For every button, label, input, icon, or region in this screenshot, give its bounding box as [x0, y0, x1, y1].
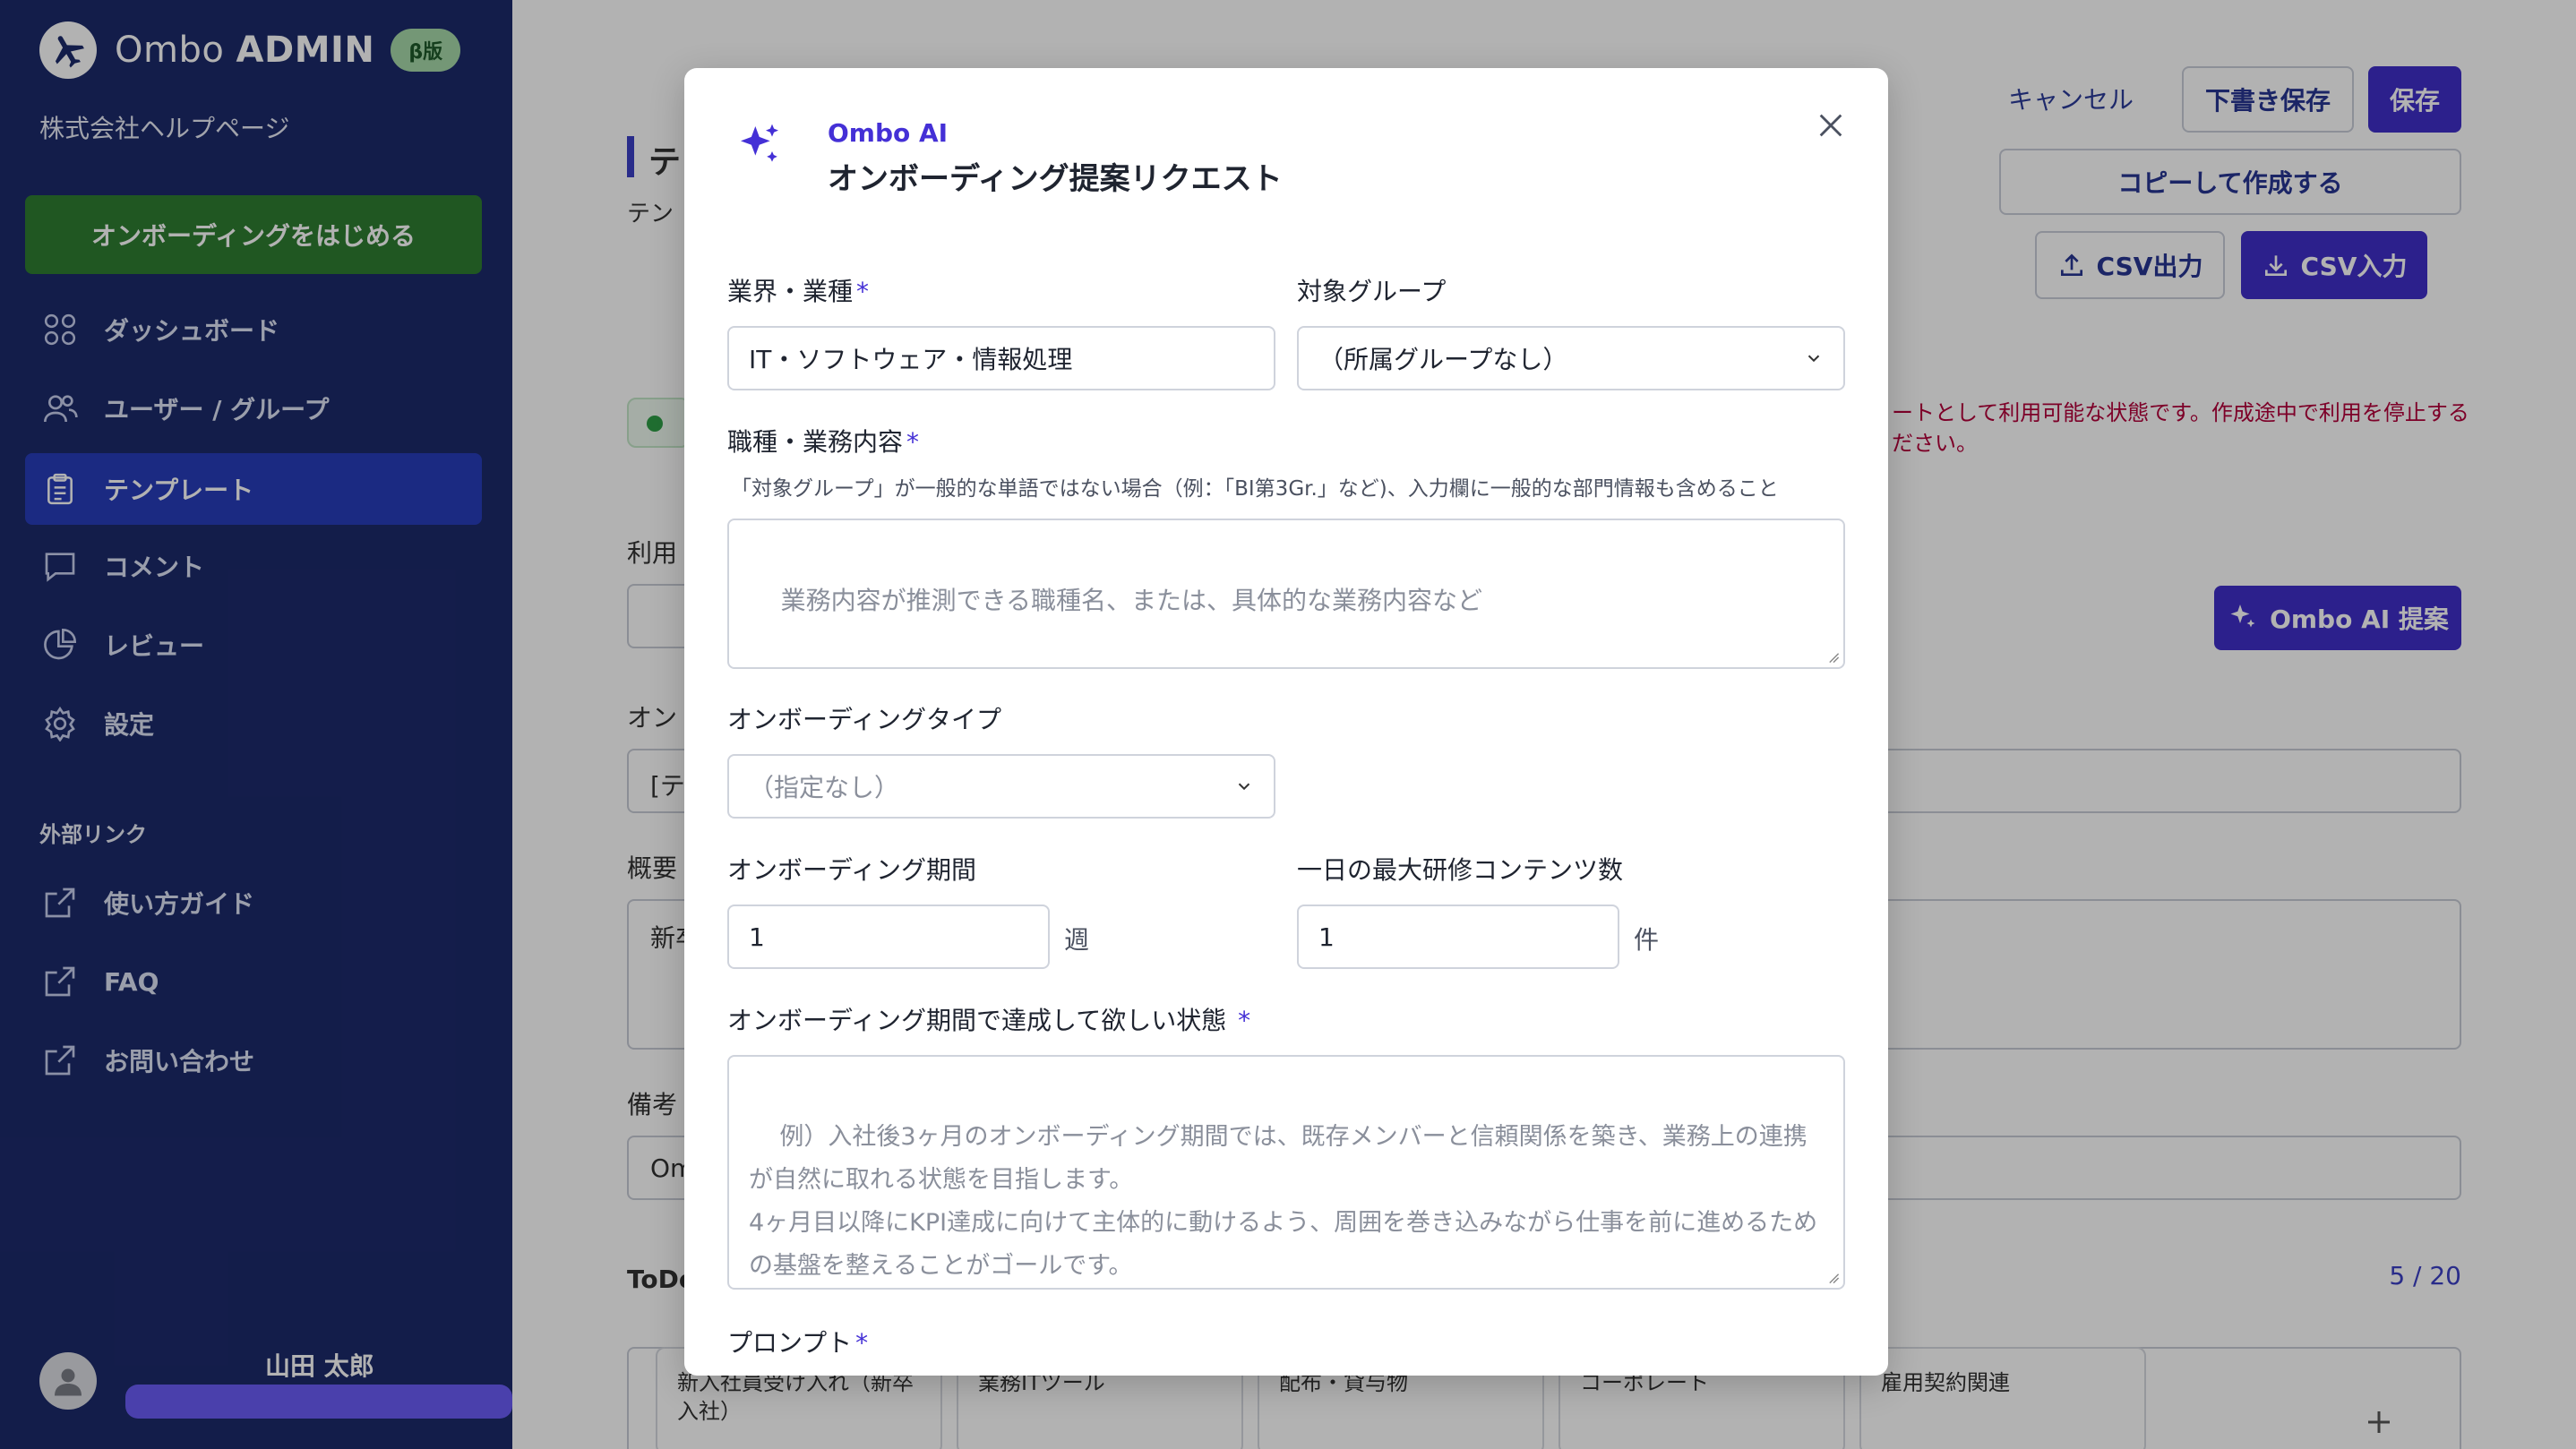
group-label: 対象グループ: [1297, 277, 1447, 306]
chevron-down-icon: [1807, 355, 1820, 363]
type-label: オンボーディングタイプ: [727, 705, 1002, 734]
chevron-down-icon: [1238, 783, 1250, 791]
max-contents-unit: 件: [1634, 925, 1660, 955]
job-textarea[interactable]: 業務内容が推測できる職種名、または、具体的な業務内容など: [727, 519, 1845, 669]
job-hint: 「対象グループ」が一般的な単語ではない場合（例：「BI第3Gr.」など)、入力欄…: [731, 477, 1779, 501]
close-icon: [1819, 114, 1842, 137]
industry-label: 業界・業種 *: [727, 277, 870, 306]
job-label: 職種・業務内容 *: [727, 427, 920, 457]
ai-label: Ombo AI: [828, 118, 949, 148]
close-button[interactable]: [1806, 100, 1856, 150]
max-contents-label: 一日の最大研修コンテンツ数: [1297, 855, 1624, 885]
modal-title: オンボーディング提案リクエスト: [828, 161, 1283, 197]
period-input[interactable]: [727, 905, 1050, 969]
goal-label: オンボーディング期間で達成して欲しい状態 *: [727, 1006, 1251, 1035]
prompt-label: プロンプト *: [727, 1328, 869, 1358]
industry-input[interactable]: [727, 326, 1275, 390]
sparkle-icon: [741, 124, 778, 162]
period-label: オンボーディング期間: [727, 855, 977, 885]
period-unit: 週: [1064, 925, 1090, 955]
ai-request-modal: Ombo AI オンボーディング提案リクエスト 業界・業種* 対象グループ （所…: [684, 68, 1888, 1376]
resize-handle-icon[interactable]: [1827, 651, 1840, 664]
goal-textarea[interactable]: 例）入社後3ヶ月のオンボーディング期間では、既存メンバーと信頼関係を築き、業務上…: [727, 1055, 1845, 1290]
group-select[interactable]: （所属グループなし）: [1297, 326, 1845, 390]
type-select[interactable]: （指定なし）: [727, 754, 1275, 819]
max-contents-input[interactable]: [1297, 905, 1619, 969]
resize-handle-icon[interactable]: [1827, 1272, 1840, 1284]
